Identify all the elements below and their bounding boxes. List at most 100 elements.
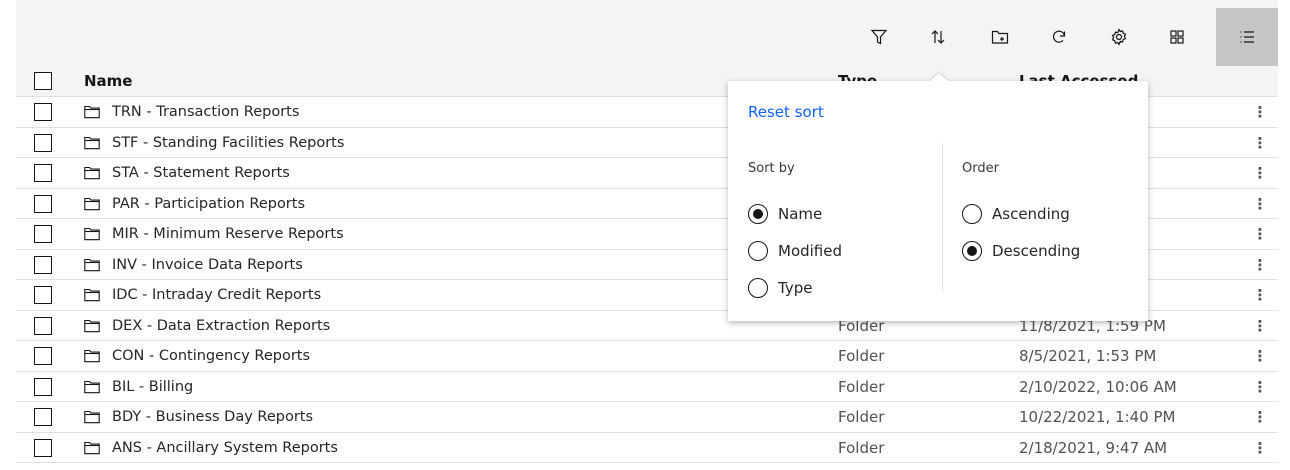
row-name[interactable]: BIL - Billing — [112, 372, 193, 402]
sort-icon — [931, 30, 945, 44]
radio-button[interactable] — [962, 204, 982, 224]
row-checkbox[interactable] — [34, 194, 52, 213]
row-type: Folder — [838, 377, 885, 396]
overflow-menu-icon[interactable]: ⋮ — [1252, 402, 1268, 432]
list-view-button[interactable] — [1216, 8, 1278, 66]
folder-icon — [84, 105, 100, 119]
row-checkbox[interactable] — [34, 347, 52, 365]
overflow-menu-icon[interactable]: ⋮ — [1252, 433, 1268, 463]
order-option-ascending[interactable]: Ascending — [962, 203, 1070, 225]
overflow-menu-icon[interactable]: ⋮ — [1252, 280, 1268, 310]
row-checkbox[interactable] — [34, 377, 52, 396]
sort-by-option-modified[interactable]: Modified — [748, 240, 842, 262]
folder-icon — [84, 227, 100, 241]
grid-view-icon — [1170, 30, 1184, 44]
row-checkbox[interactable] — [34, 286, 52, 304]
row-name[interactable]: MIR - Minimum Reserve Reports — [112, 219, 344, 249]
sort-popover: Reset sort Sort by Order Name Modified Typ… — [728, 81, 1148, 321]
reset-sort-link[interactable]: Reset sort — [748, 103, 824, 121]
folder-icon — [84, 288, 100, 302]
overflow-menu-icon[interactable]: ⋮ — [1252, 372, 1268, 402]
order-option-descending[interactable]: Descending — [962, 240, 1080, 262]
table-row[interactable]: BDY - Business Day Reports Folder 10/22/20… — [16, 402, 1278, 433]
overflow-menu-icon[interactable]: ⋮ — [1252, 341, 1268, 371]
filter-button[interactable] — [855, 8, 903, 66]
row-checkbox[interactable] — [34, 225, 52, 243]
row-checkbox[interactable] — [34, 103, 52, 121]
order-label: Order — [962, 161, 999, 176]
row-last-accessed: 8/5/2021, 1:53 PM — [1019, 347, 1157, 365]
folder-icon — [84, 197, 100, 210]
radio-button[interactable] — [748, 204, 768, 224]
row-name[interactable]: STA - Statement Reports — [112, 158, 290, 188]
row-checkbox[interactable] — [34, 255, 52, 274]
row-name[interactable]: DEX - Data Extraction Reports — [112, 311, 330, 341]
new-folder-button[interactable] — [976, 8, 1024, 66]
row-checkbox[interactable] — [34, 164, 52, 182]
overflow-menu-icon[interactable]: ⋮ — [1252, 97, 1268, 127]
sort-by-option-type[interactable]: Type — [748, 277, 812, 299]
radio-label: Ascending — [992, 205, 1070, 223]
overflow-menu-icon[interactable]: ⋮ — [1252, 311, 1268, 341]
row-checkbox[interactable] — [34, 133, 52, 152]
radio-label: Modified — [778, 242, 843, 260]
refresh-button[interactable] — [1035, 8, 1083, 66]
row-checkbox[interactable] — [34, 438, 52, 457]
row-type: Folder — [838, 347, 885, 365]
row-name[interactable]: PAR - Participation Reports — [112, 189, 305, 219]
table-row[interactable]: ANS - Ancillary System Reports Folder 2/18… — [16, 432, 1278, 463]
folder-icon — [84, 441, 100, 454]
folder-icon — [84, 349, 100, 363]
radio-selected-dot — [753, 209, 763, 219]
row-name[interactable]: INV - Invoice Data Reports — [112, 250, 303, 280]
table-row[interactable]: CON - Contingency Reports Folder 8/5/2021,… — [16, 341, 1278, 372]
folder-icon — [84, 380, 100, 393]
row-last-accessed: 2/18/2021, 9:47 AM — [1019, 438, 1168, 457]
popover-caret — [929, 73, 949, 82]
radio-label: Descending — [992, 242, 1081, 260]
row-name[interactable]: ANS - Ancillary System Reports — [112, 433, 338, 463]
select-all-checkbox[interactable] — [34, 72, 52, 90]
folder-icon — [84, 319, 100, 332]
radio-label: Name — [778, 205, 823, 223]
settings-button[interactable] — [1095, 8, 1143, 66]
radio-selected-dot — [967, 246, 977, 256]
overflow-menu-icon[interactable]: ⋮ — [1252, 128, 1268, 158]
sort-by-label: Sort by — [748, 161, 795, 176]
radio-button[interactable] — [748, 278, 768, 298]
toolbar — [16, 8, 1278, 66]
row-name[interactable]: TRN - Transaction Reports — [112, 97, 299, 127]
row-name[interactable]: BDY - Business Day Reports — [112, 402, 313, 432]
row-name[interactable]: IDC - Intraday Credit Reports — [112, 280, 321, 310]
row-type: Folder — [838, 438, 885, 457]
row-name[interactable]: CON - Contingency Reports — [112, 341, 310, 371]
folder-icon — [84, 410, 100, 424]
row-checkbox[interactable] — [34, 408, 52, 426]
list-view-icon — [1240, 31, 1254, 43]
new-folder-icon — [991, 30, 1009, 44]
radio-button[interactable] — [748, 241, 768, 261]
table-row[interactable]: BIL - Billing Folder 2/10/2022, 10:06 AM ⋮ — [16, 371, 1278, 402]
overflow-menu-icon[interactable]: ⋮ — [1252, 158, 1268, 188]
sort-button[interactable] — [914, 8, 962, 66]
radio-label: Type — [778, 279, 813, 297]
row-checkbox[interactable] — [34, 316, 52, 335]
row-last-accessed: 2/10/2022, 10:06 AM — [1019, 377, 1177, 396]
filter-icon — [870, 29, 888, 45]
overflow-menu-icon[interactable]: ⋮ — [1252, 250, 1268, 280]
folder-icon — [84, 258, 100, 271]
grid-view-button[interactable] — [1153, 8, 1201, 66]
popover-divider — [942, 143, 943, 291]
settings-icon — [1111, 28, 1127, 46]
refresh-icon — [1052, 30, 1066, 43]
column-header-name[interactable]: Name — [84, 66, 132, 96]
row-name[interactable]: STF - Standing Facilities Reports — [112, 128, 344, 158]
sort-by-option-name[interactable]: Name — [748, 203, 822, 225]
overflow-menu-icon[interactable]: ⋮ — [1252, 189, 1268, 219]
row-last-accessed: 10/22/2021, 1:40 PM — [1019, 408, 1176, 426]
folder-icon — [84, 166, 100, 180]
row-type: Folder — [838, 408, 885, 426]
folder-icon — [84, 136, 100, 149]
overflow-menu-icon[interactable]: ⋮ — [1252, 219, 1268, 249]
radio-button[interactable] — [962, 241, 982, 261]
